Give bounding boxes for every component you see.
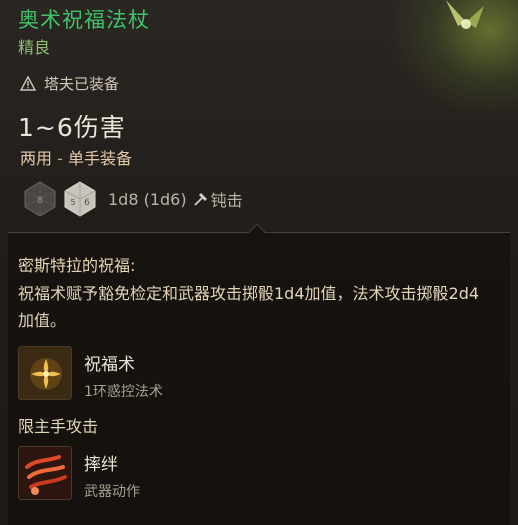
ability-bless[interactable]: 祝福术 1环惑控法术 bbox=[18, 346, 163, 401]
topple-icon bbox=[18, 446, 72, 500]
ability-subtitle: 1环惑控法术 bbox=[84, 384, 163, 400]
ability-topple[interactable]: 摔绊 武器动作 bbox=[18, 446, 140, 501]
svg-text:6: 6 bbox=[84, 198, 90, 208]
ability-info: 摔绊 武器动作 bbox=[84, 450, 140, 501]
ability-info: 祝福术 1环惑控法术 bbox=[84, 350, 163, 401]
equipped-text: 塔夫已装备 bbox=[44, 75, 120, 93]
handed-separator: - bbox=[52, 149, 68, 168]
item-tooltip: 奥术祝福法杖 精良 塔夫已装备 1~6伤害 两用 - 单手装备 8 6 5 1d… bbox=[0, 0, 518, 525]
hammer-icon bbox=[193, 193, 207, 206]
svg-text:8: 8 bbox=[37, 196, 43, 206]
d8-dice-icon: 8 bbox=[24, 181, 56, 217]
svg-text:5: 5 bbox=[70, 198, 75, 207]
handedness: 两用 - 单手装备 bbox=[20, 145, 132, 169]
blessing-title: 密斯特拉的祝福: bbox=[18, 256, 136, 275]
staff-tip-icon bbox=[446, 0, 484, 29]
damage-range: 1~6伤害 bbox=[18, 113, 126, 142]
d6-dice-icon: 6 5 bbox=[64, 181, 96, 217]
warning-icon bbox=[20, 76, 36, 91]
damage-dice-row: 8 6 5 1d8 (1d6) 钝击 bbox=[22, 180, 243, 218]
ability-subtitle: 武器动作 bbox=[84, 484, 140, 500]
blessing-description: 祝福术赋予豁免检定和武器攻击掷骰1d4加值，法术攻击掷骰2d4加值。 bbox=[18, 284, 480, 330]
handed-main: 两用 bbox=[20, 149, 53, 168]
bless-icon bbox=[18, 346, 72, 400]
item-name: 奥术祝福法杖 bbox=[18, 8, 150, 32]
handed-sub: 单手装备 bbox=[67, 149, 132, 168]
equipped-status: 塔夫已装备 bbox=[20, 73, 119, 94]
damage-type: 钝击 bbox=[210, 191, 243, 210]
ability-name: 摔绊 bbox=[84, 455, 118, 475]
item-rarity: 精良 bbox=[18, 38, 51, 57]
ability-name: 祝福术 bbox=[84, 355, 135, 375]
main-hand-label: 限主手攻击 bbox=[18, 417, 99, 436]
item-header: 奥术祝福法杖 精良 bbox=[18, 6, 438, 58]
dice-text: 1d8 (1d6) bbox=[108, 189, 187, 209]
